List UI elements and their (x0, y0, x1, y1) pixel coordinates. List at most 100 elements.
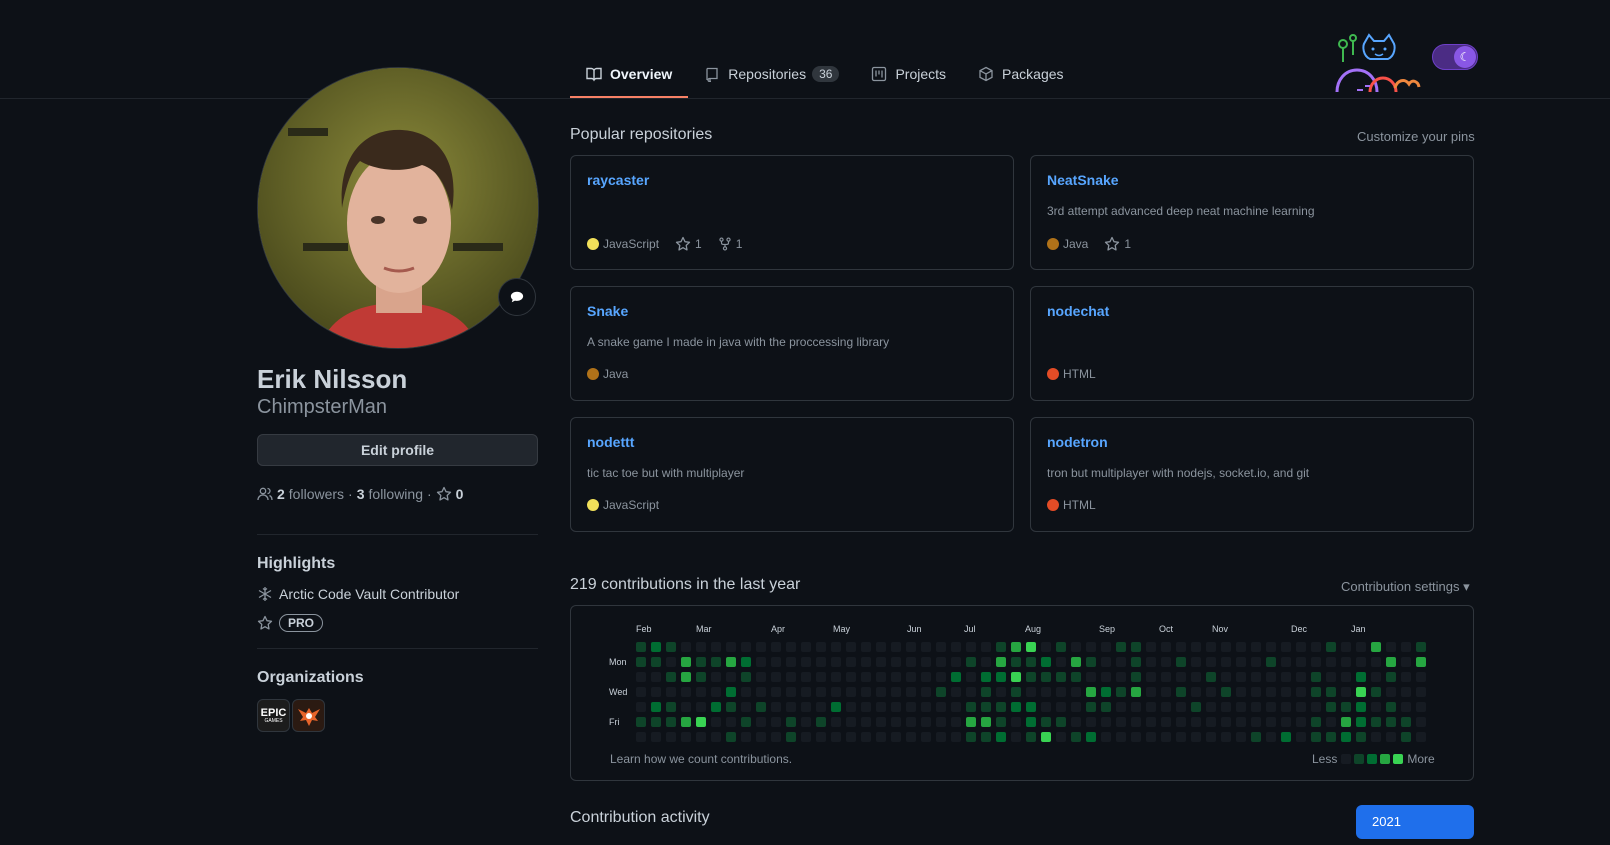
contribution-day[interactable] (1101, 732, 1111, 742)
contribution-day[interactable] (966, 657, 976, 667)
tab-packages[interactable]: Packages (962, 50, 1079, 98)
contribution-day[interactable] (936, 687, 946, 697)
contribution-day[interactable] (1251, 672, 1261, 682)
contribution-day[interactable] (741, 657, 751, 667)
contribution-day[interactable] (681, 642, 691, 652)
contribution-day[interactable] (1296, 672, 1306, 682)
contribution-day[interactable] (1221, 672, 1231, 682)
contribution-day[interactable] (756, 657, 766, 667)
contribution-day[interactable] (1131, 687, 1141, 697)
contribution-day[interactable] (1296, 732, 1306, 742)
contribution-day[interactable] (786, 672, 796, 682)
contribution-day[interactable] (1116, 657, 1126, 667)
contribution-day[interactable] (981, 672, 991, 682)
contribution-day[interactable] (711, 642, 721, 652)
contribution-day[interactable] (1086, 732, 1096, 742)
contribution-day[interactable] (1371, 687, 1381, 697)
contribution-day[interactable] (1341, 672, 1351, 682)
contribution-day[interactable] (1341, 642, 1351, 652)
contribution-day[interactable] (1191, 732, 1201, 742)
contribution-day[interactable] (846, 717, 856, 727)
contribution-day[interactable] (876, 657, 886, 667)
contribution-day[interactable] (1236, 732, 1246, 742)
contribution-day[interactable] (1401, 657, 1411, 667)
contribution-day[interactable] (1356, 717, 1366, 727)
contribution-day[interactable] (741, 702, 751, 712)
contribution-day[interactable] (1056, 657, 1066, 667)
contribution-day[interactable] (1011, 717, 1021, 727)
contribution-day[interactable] (1311, 657, 1321, 667)
contribution-day[interactable] (906, 717, 916, 727)
contribution-day[interactable] (741, 717, 751, 727)
org-bird-avatar[interactable] (292, 699, 325, 732)
contribution-day[interactable] (1341, 702, 1351, 712)
contribution-day[interactable] (816, 702, 826, 712)
contribution-day[interactable] (1071, 732, 1081, 742)
contribution-day[interactable] (876, 732, 886, 742)
contribution-day[interactable] (1116, 717, 1126, 727)
contribution-day[interactable] (1341, 687, 1351, 697)
contribution-day[interactable] (831, 687, 841, 697)
contribution-day[interactable] (1371, 717, 1381, 727)
contribution-day[interactable] (1191, 657, 1201, 667)
contribution-day[interactable] (1131, 717, 1141, 727)
contribution-day[interactable] (816, 657, 826, 667)
contribution-day[interactable] (906, 702, 916, 712)
contribution-day[interactable] (891, 672, 901, 682)
contribution-day[interactable] (951, 717, 961, 727)
contribution-day[interactable] (801, 687, 811, 697)
contribution-day[interactable] (1191, 702, 1201, 712)
learn-contributions-link[interactable]: Learn how we count contributions. (610, 752, 792, 766)
contribution-day[interactable] (891, 687, 901, 697)
contribution-day[interactable] (996, 732, 1006, 742)
contribution-settings-dropdown[interactable]: Contribution settings ▾ (1341, 579, 1470, 595)
contribution-day[interactable] (1161, 642, 1171, 652)
contribution-day[interactable] (741, 672, 751, 682)
contribution-day[interactable] (771, 702, 781, 712)
stars-count[interactable]: 0 (456, 486, 464, 502)
contribution-day[interactable] (1281, 732, 1291, 742)
contribution-day[interactable] (786, 642, 796, 652)
contribution-day[interactable] (1281, 702, 1291, 712)
contribution-day[interactable] (1071, 642, 1081, 652)
contribution-day[interactable] (1206, 672, 1216, 682)
contribution-day[interactable] (1146, 657, 1156, 667)
contribution-day[interactable] (846, 732, 856, 742)
contribution-day[interactable] (1116, 672, 1126, 682)
tab-repositories[interactable]: Repositories 36 (688, 50, 855, 98)
contribution-day[interactable] (906, 657, 916, 667)
contribution-day[interactable] (1371, 672, 1381, 682)
contribution-day[interactable] (861, 687, 871, 697)
contribution-day[interactable] (861, 672, 871, 682)
contribution-day[interactable] (936, 657, 946, 667)
contribution-day[interactable] (786, 687, 796, 697)
following-link[interactable]: following (369, 486, 423, 502)
contribution-day[interactable] (861, 657, 871, 667)
contribution-day[interactable] (1326, 702, 1336, 712)
contribution-day[interactable] (981, 732, 991, 742)
contribution-day[interactable] (1206, 717, 1216, 727)
contribution-day[interactable] (696, 732, 706, 742)
contribution-day[interactable] (666, 642, 676, 652)
contribution-day[interactable] (1266, 732, 1276, 742)
contribution-day[interactable] (666, 687, 676, 697)
contribution-day[interactable] (1101, 657, 1111, 667)
contribution-day[interactable] (831, 672, 841, 682)
contribution-day[interactable] (921, 672, 931, 682)
pro-badge[interactable]: PRO (257, 614, 324, 632)
contribution-day[interactable] (1311, 687, 1321, 697)
contribution-day[interactable] (891, 657, 901, 667)
stars-link[interactable]: 1 (1104, 236, 1131, 252)
contribution-day[interactable] (1326, 717, 1336, 727)
contribution-day[interactable] (1266, 642, 1276, 652)
contribution-day[interactable] (1056, 732, 1066, 742)
contribution-day[interactable] (1146, 717, 1156, 727)
contribution-day[interactable] (1056, 672, 1066, 682)
contribution-day[interactable] (651, 687, 661, 697)
contribution-day[interactable] (1401, 672, 1411, 682)
contribution-day[interactable] (1176, 732, 1186, 742)
contribution-day[interactable] (1386, 657, 1396, 667)
contribution-day[interactable] (1416, 642, 1426, 652)
contribution-day[interactable] (1401, 687, 1411, 697)
contribution-day[interactable] (1011, 672, 1021, 682)
